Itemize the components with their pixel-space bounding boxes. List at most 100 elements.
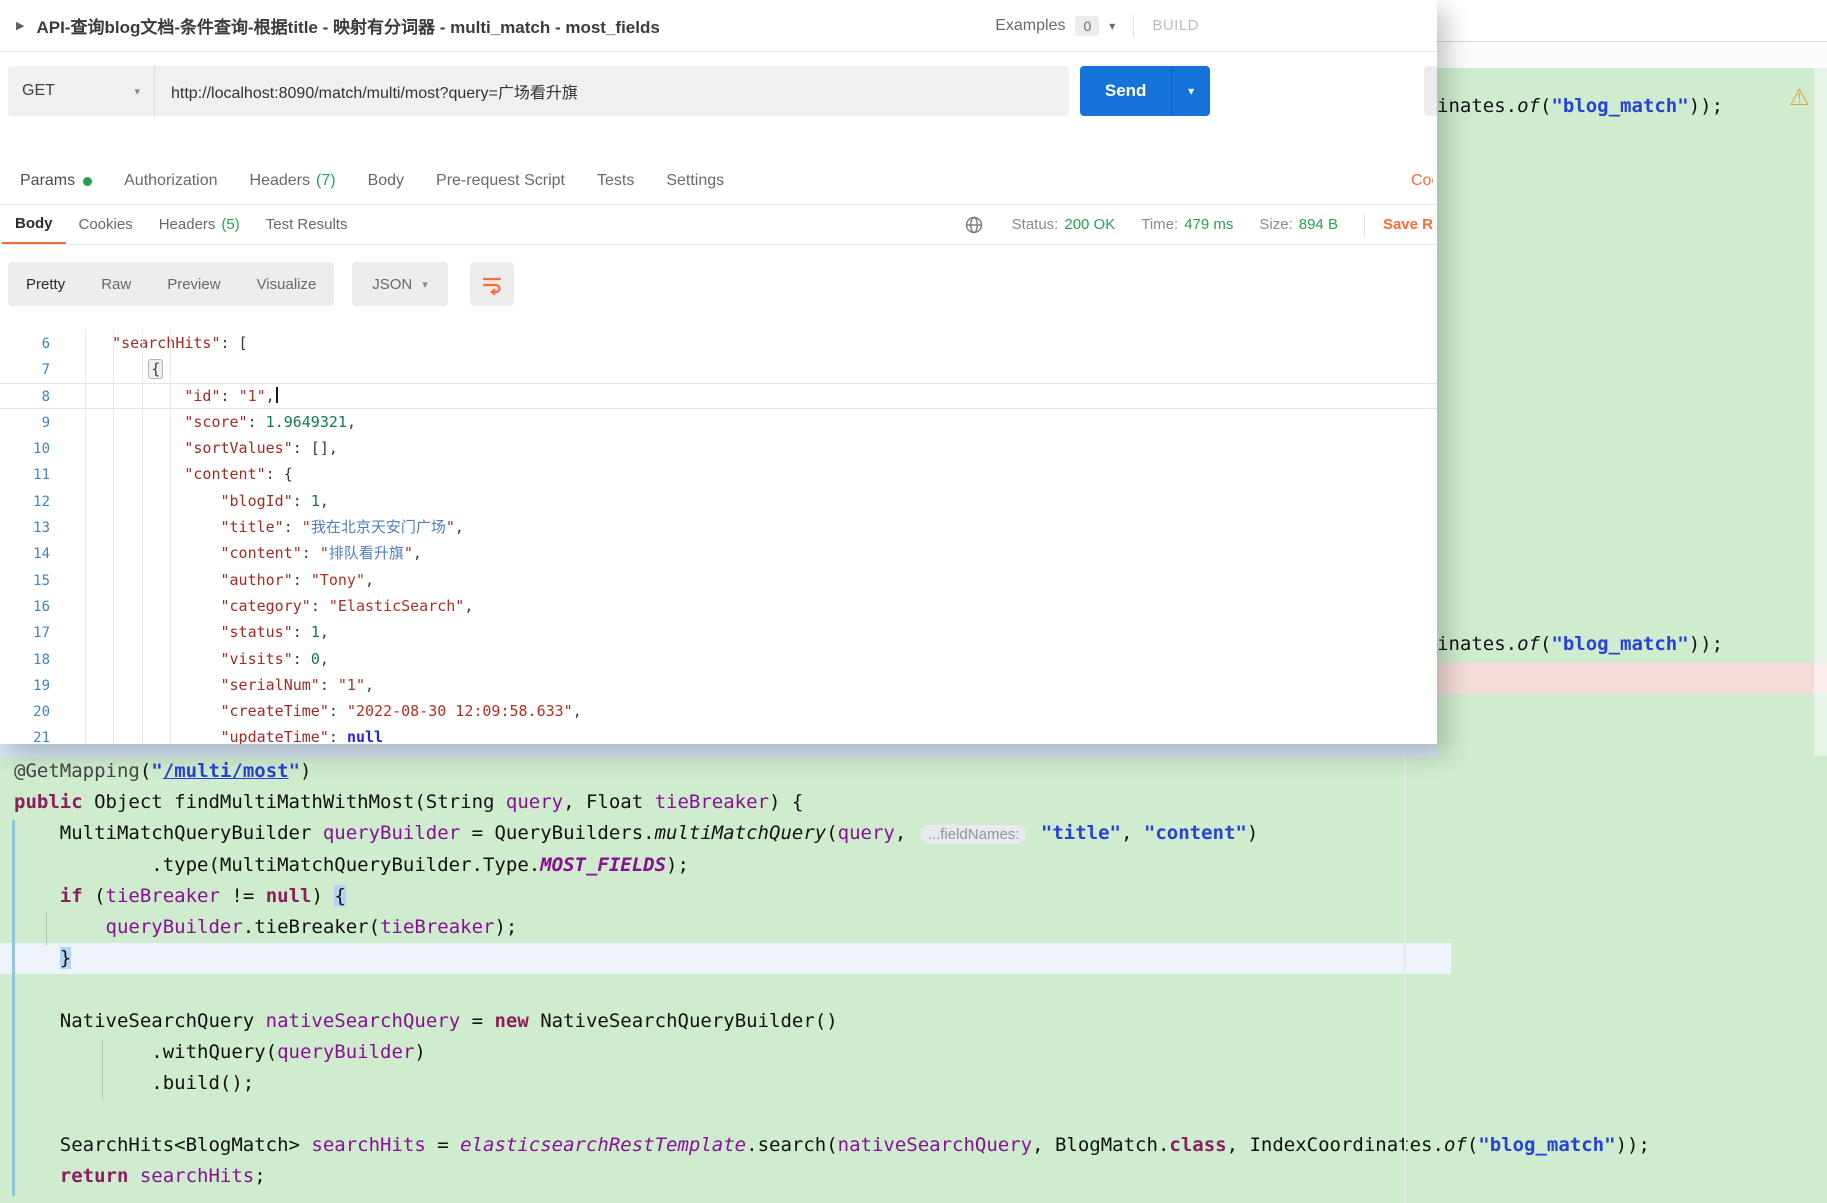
view-tab-visualize[interactable]: Visualize [239, 276, 335, 293]
tab-authorization[interactable]: Authorization [108, 172, 233, 204]
line-number: 13 [33, 520, 50, 537]
json-line: 6 "searchHits": [ [0, 330, 1437, 356]
response-meta: Status: 200 OK Time: 479 ms Size: 894 B … [964, 213, 1435, 236]
json-line: 16 "category": "ElasticSearch", [0, 593, 1437, 619]
save-response-button[interactable]: Save R [1383, 216, 1433, 233]
examples-button[interactable]: Examples [995, 17, 1065, 35]
url-input[interactable] [155, 81, 1069, 101]
view-tab-raw[interactable]: Raw [83, 276, 149, 293]
json-line: 9 "score": 1.9649321, [0, 409, 1437, 435]
view-tab-preview[interactable]: Preview [149, 276, 238, 293]
status-label: Status: [1011, 216, 1059, 233]
params-active-dot [83, 176, 93, 186]
url-field: GET ▾ [8, 66, 1069, 116]
java-code-line: .type(MultiMatchQueryBuilder.Type.MOST_F… [14, 853, 689, 876]
response-body-json: 6 "searchHits": [7 {8 "id": "1", 9 "score… [0, 330, 1437, 744]
ide-toolbar-strip [1437, 0, 1827, 42]
divider [1133, 14, 1135, 37]
json-line: 8 "id": "1", [0, 382, 1437, 409]
line-number: 11 [33, 467, 50, 484]
line-number: 6 [41, 336, 50, 352]
code-snippet-rail-clipped[interactable] [1424, 66, 1437, 116]
globe-icon[interactable] [964, 215, 984, 235]
time-value: 479 ms [1184, 216, 1234, 233]
send-options-caret[interactable]: ▾ [1171, 66, 1210, 116]
json-line: 17 "status": 1, [0, 619, 1437, 645]
request-title: API-查询blog文档-条件查询-根据title - 映射有分词器 - mul… [36, 18, 660, 37]
line-number: 16 [33, 598, 50, 615]
java-code-line: SearchHits<BlogMatch> searchHits = elast… [14, 1134, 1650, 1157]
code-line-tail: inates.of("blog_match")); [1437, 633, 1724, 655]
json-line: 21 "updateTime": null [0, 724, 1437, 744]
right-margin-guide [1404, 756, 1406, 1203]
json-line: 12 "blogId": 1, [0, 488, 1437, 514]
change-marker-bar [12, 820, 15, 1196]
format-select[interactable]: JSON ▾ [352, 262, 448, 306]
request-tabs: Params Authorization Headers (7) Body Pr… [0, 118, 1437, 205]
json-line: 18 "visits": 0, [0, 646, 1437, 672]
chevron-down-icon: ▾ [422, 278, 428, 291]
ide-toolbar-strip-lower [1437, 42, 1827, 68]
response-tab-cookies[interactable]: Cookies [66, 205, 146, 244]
view-tab-pretty[interactable]: Pretty [8, 276, 83, 293]
java-code-line: MultiMatchQueryBuilder queryBuilder = Qu… [14, 822, 1259, 845]
indent-guide [170, 330, 171, 744]
line-number: 9 [41, 414, 50, 431]
warning-icon[interactable]: ⚠ [1789, 84, 1810, 111]
chevron-down-icon: ▾ [134, 85, 140, 98]
tab-headers[interactable]: Headers (7) [234, 172, 352, 204]
line-number: 10 [33, 441, 50, 458]
java-code-line: public Object findMultiMathWithMost(Stri… [14, 791, 804, 814]
size-value: 894 B [1298, 216, 1338, 233]
tab-params[interactable]: Params [4, 172, 108, 204]
url-row: GET ▾ Send ▾ [0, 52, 1437, 118]
response-view-bar: Pretty Raw Preview Visualize JSON ▾ [0, 262, 1437, 306]
time-label: Time: [1141, 216, 1179, 233]
java-code-line: .withQuery(queryBuilder) [14, 1040, 426, 1063]
tab-settings[interactable]: Settings [650, 172, 740, 204]
line-number: 14 [33, 546, 50, 563]
json-line: 13 "title": "我在北京天安门广场", [0, 514, 1437, 540]
size-label: Size: [1259, 216, 1293, 233]
response-tab-body[interactable]: Body [2, 205, 66, 244]
view-mode-group: Pretty Raw Preview Visualize [8, 262, 335, 306]
wrap-text-button[interactable] [470, 262, 514, 306]
line-number: 19 [33, 677, 50, 694]
cookies-link-clipped[interactable]: Cookies [1411, 172, 1433, 204]
method-select[interactable]: GET ▾ [8, 66, 155, 116]
response-tab-test-results[interactable]: Test Results [253, 205, 361, 244]
line-number: 17 [33, 625, 50, 642]
line-number: 15 [33, 572, 50, 589]
json-line: 20 "createTime": "2022-08-30 12:09:58.63… [0, 698, 1437, 724]
send-button-group: Send ▾ [1080, 66, 1210, 116]
json-line: 10 "sortValues": [], [0, 435, 1437, 461]
line-number: 12 [33, 493, 50, 510]
divider [1363, 213, 1365, 236]
response-tab-headers[interactable]: Headers (5) [146, 205, 253, 244]
line-number: 7 [41, 362, 50, 379]
screen: inates.of("blog_match")); ⚠ inates.of("b… [0, 0, 1827, 1203]
json-line: 19 "serialNum": "1", [0, 672, 1437, 698]
indent-guide [46, 912, 47, 946]
response-headers-count: (5) [221, 216, 240, 233]
line-number: 8 [41, 388, 50, 405]
java-code-line: NativeSearchQuery nativeSearchQuery = ne… [14, 1009, 838, 1032]
line-number: 21 [33, 730, 50, 744]
json-line: 14 "content": "排队看升旗", [0, 540, 1437, 566]
request-titlebar: ▶ API-查询blog文档-条件查询-根据title - 映射有分词器 - m… [0, 0, 1437, 52]
chevron-down-icon[interactable]: ▾ [1109, 19, 1115, 33]
send-button[interactable]: Send [1080, 66, 1171, 116]
java-code-line: queryBuilder.tieBreaker(tieBreaker); [105, 915, 518, 938]
json-lines: 6 "searchHits": [7 {8 "id": "1", 9 "score… [0, 330, 1437, 744]
build-button[interactable]: BUILD [1152, 17, 1199, 34]
tab-tests[interactable]: Tests [581, 172, 650, 204]
tab-body[interactable]: Body [352, 172, 420, 204]
json-line: 7 { [0, 356, 1437, 382]
java-code-line: if (tieBreaker != null) { [59, 884, 346, 907]
collapse-icon[interactable]: ▶ [16, 19, 24, 32]
postman-window: ▶ API-查询blog文档-条件查询-根据title - 映射有分词器 - m… [0, 0, 1437, 744]
tab-prerequest-script[interactable]: Pre-request Script [420, 172, 581, 204]
indent-guide [85, 330, 86, 744]
json-line: 15 "author": "Tony", [0, 567, 1437, 593]
examples-count-badge: 0 [1075, 15, 1100, 36]
